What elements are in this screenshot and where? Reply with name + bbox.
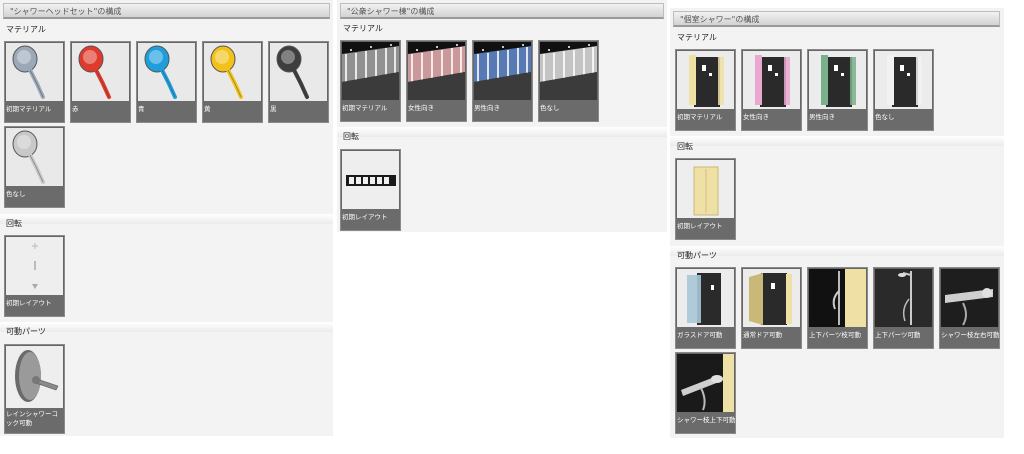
thumb-caption: 初期レイアウト [676,218,735,239]
thumb-rain-shower-cock-movable[interactable]: レインシャワーコック可動 [4,344,65,434]
layout-image [6,237,63,295]
shower-head-image [72,43,129,101]
thumb-shower-branch-left-right-movable[interactable]: シャワー枝左右可動 [939,267,1000,349]
thumb-glass-door-movable[interactable]: ガラスドア可動 [675,267,736,349]
thumb-caption: 上下パーツ枝可動 [808,327,867,348]
thumb-yellow[interactable]: 黄 [202,41,263,123]
panel-title: "個室シャワー"の構成 [673,11,1000,27]
thumb-male[interactable]: 男性向き [807,49,868,131]
thumb-initial-layout[interactable]: 初期レイアウト [675,158,736,240]
thumb-caption: 色なし [539,100,598,121]
layout-image [677,160,734,218]
shower-branch-image [941,269,998,327]
thumb-female[interactable]: 女性向き [406,40,467,122]
booth-image [875,51,932,109]
shower-head-image [138,43,195,101]
panel-title: "公衆シャワー棟"の構成 [340,3,664,19]
thumb-caption: 初期レイアウト [341,209,400,230]
thumb-caption: 黒 [269,101,328,122]
branch-image [809,269,866,327]
thumb-caption: 色なし [874,109,933,130]
section-label-material: マテリアル [6,25,46,34]
thumb-caption: 初期マテリアル [676,109,735,130]
section-label-material: マテリアル [677,33,717,42]
cock-image [6,346,63,408]
thumb-caption: 初期マテリアル [341,100,400,121]
thumb-female[interactable]: 女性向き [741,49,802,131]
shower-head-image [6,128,63,186]
thumb-caption: 色なし [5,186,64,207]
panel-title: "シャワーヘッドセット"の構成 [3,3,330,19]
thumb-default-material[interactable]: 初期マテリアル [675,49,736,131]
thumb-caption: 男性向き [473,100,532,121]
panel-public-shower-building: "公衆シャワー棟"の構成 マテリアル 初期マテリアル 女性向き 男性向き 色なし… [337,0,667,232]
thumb-upper-lower-branch-movable[interactable]: 上下パーツ枝可動 [807,267,868,349]
thumb-no-color[interactable]: 色なし [4,126,65,208]
thumb-caption: 女性向き [407,100,466,121]
section-label-rotation: 回転 [6,219,22,228]
shower-branch-image [677,354,734,412]
thumb-caption: 赤 [71,101,130,122]
building-image [342,42,399,100]
section-divider [670,246,1004,256]
thumb-caption: 通常ドア可動 [742,327,801,348]
panel-private-shower: "個室シャワー"の構成 マテリアル 初期マテリアル 女性向き 男性向き 色なし … [670,8,1004,438]
thumb-caption: 初期レイアウト [5,295,64,316]
thumb-caption: 上下パーツ可動 [874,327,933,348]
thumb-caption: 男性向き [808,109,867,130]
section-divider [0,214,333,224]
thumb-caption: ガラスドア可動 [676,327,735,348]
section-divider [337,127,667,137]
section-divider [0,322,333,332]
panel-shower-head-set: "シャワーヘッドセット"の構成 マテリアル 初期マテリアル 赤 青 黄 黒 色な… [0,0,333,436]
section-label-movable: 可動パーツ [677,251,717,260]
thumb-black[interactable]: 黒 [268,41,329,123]
section-label-material: マテリアル [343,24,383,33]
thumb-red[interactable]: 赤 [70,41,131,123]
thumb-caption: 女性向き [742,109,801,130]
thumb-no-color[interactable]: 色なし [538,40,599,122]
thumb-caption: シャワー枝左右可動 [940,327,999,348]
thumb-caption: レインシャワーコック可動 [5,408,64,433]
section-label-rotation: 回転 [677,142,693,151]
thumb-blue[interactable]: 青 [136,41,197,123]
section-label-movable: 可動パーツ [6,327,46,336]
thumb-initial-layout[interactable]: 初期レイアウト [4,235,65,317]
building-image [540,42,597,100]
booth-image [809,51,866,109]
section-label-rotation: 回転 [343,132,359,141]
building-image [474,42,531,100]
normal-door-image [743,269,800,327]
booth-image [743,51,800,109]
booth-image [677,51,734,109]
thumb-shower-branch-up-down-movable[interactable]: シャワー枝上下可動 [675,352,736,434]
section-divider [670,136,1004,146]
thumb-caption: 青 [137,101,196,122]
shower-head-image [270,43,327,101]
thumb-normal-door-movable[interactable]: 通常ドア可動 [741,267,802,349]
glass-door-image [677,269,734,327]
thumb-initial-layout[interactable]: 初期レイアウト [340,149,401,231]
thumb-caption: シャワー枝上下可動 [676,412,735,433]
thumb-caption: 黄 [203,101,262,122]
thumb-caption: 初期マテリアル [5,101,64,122]
thumb-male[interactable]: 男性向き [472,40,533,122]
parts-image [875,269,932,327]
layout-image [342,151,399,209]
thumb-default-material[interactable]: 初期マテリアル [340,40,401,122]
thumb-default-material[interactable]: 初期マテリアル [4,41,65,123]
thumb-upper-lower-parts-movable[interactable]: 上下パーツ可動 [873,267,934,349]
shower-head-image [204,43,261,101]
shower-head-image [6,43,63,101]
thumb-no-color[interactable]: 色なし [873,49,934,131]
building-image [408,42,465,100]
